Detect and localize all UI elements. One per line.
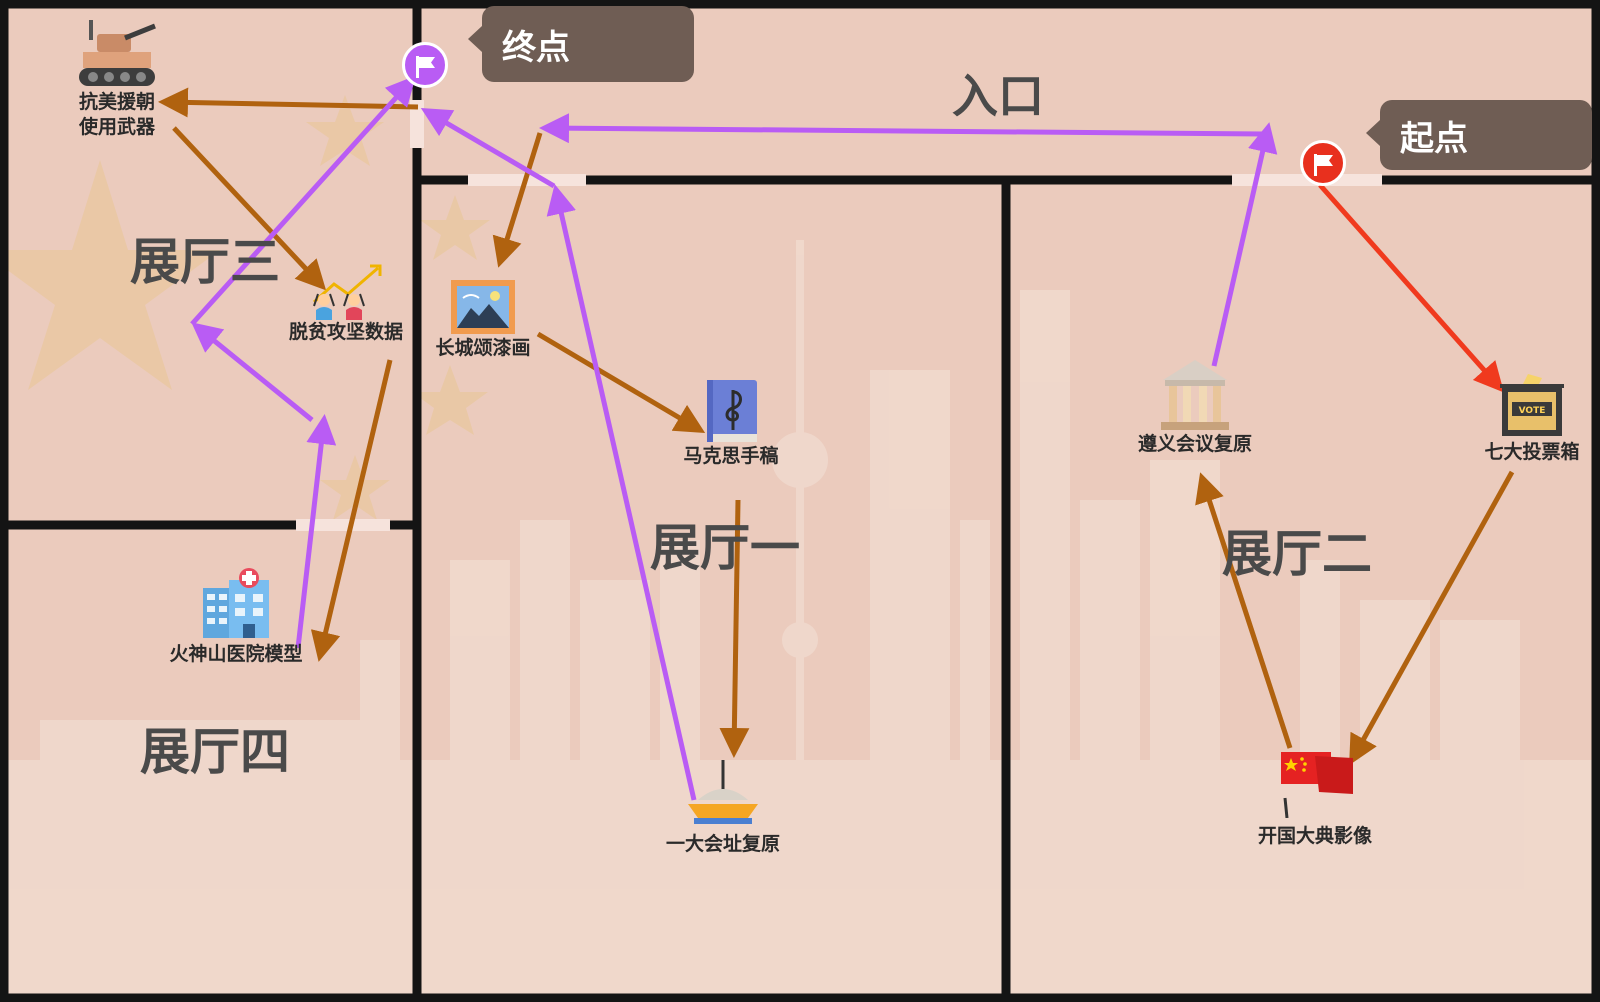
exhibit-label: 开国大典影像: [1257, 825, 1372, 847]
exhibit-label: 七大投票箱: [1484, 441, 1580, 463]
exhibit-label: 抗美援朝: [78, 91, 155, 113]
classical-building-icon: [1161, 360, 1229, 430]
painting-icon: [451, 280, 515, 334]
end-callout: 终点: [468, 6, 694, 82]
end-marker[interactable]: [402, 42, 448, 88]
exhibit-first-congress[interactable]: 一大会址复原: [648, 760, 798, 857]
flag-icon: [416, 56, 435, 78]
exhibit-label: 马克思手稿: [683, 445, 779, 467]
museum-floor-map: 入口 展厅一 展厅二 展厅三 展厅四 起点 终点 VOTE 七大投票箱 开国大典…: [0, 0, 1600, 1002]
exhibit-label: 使用武器: [78, 116, 155, 138]
exhibit-great-wall-painting[interactable]: 长城颂漆画: [428, 278, 538, 361]
end-label: 终点: [502, 27, 570, 68]
hospital-icon: [203, 568, 269, 638]
exhibit-korea-war-weapons[interactable]: 抗美援朝 使用武器: [62, 18, 172, 140]
ballot-box-icon: VOTE: [1500, 374, 1564, 436]
hall-label-2: 展厅二: [1222, 524, 1372, 583]
exhibit-zunyi[interactable]: 遵义会议复原: [1125, 358, 1265, 457]
hall-label-4: 展厅四: [140, 722, 290, 781]
exhibit-marx-manuscript[interactable]: 马克思手稿: [666, 378, 796, 469]
exhibit-huoshenshan-hospital[interactable]: 火神山医院模型: [156, 568, 316, 667]
exhibit-label: 脱贫攻坚数据: [288, 321, 403, 343]
exhibit-vote-box[interactable]: VOTE 七大投票箱: [1470, 374, 1594, 465]
hall-label-3: 展厅三: [130, 232, 280, 291]
start-callout: 起点: [1366, 100, 1592, 170]
floor-plan: [0, 0, 1600, 1002]
red-flag-icon: [1281, 752, 1353, 818]
entrance-label: 入口: [952, 69, 1044, 123]
tank-icon: [79, 20, 156, 86]
exhibit-founding-ceremony[interactable]: 开国大典影像: [1240, 748, 1390, 849]
svg-text:VOTE: VOTE: [1519, 406, 1546, 416]
start-label: 起点: [1400, 118, 1468, 159]
exhibit-label: 火神山医院模型: [169, 643, 303, 665]
flag-icon: [1314, 154, 1333, 176]
exhibit-label: 遵义会议复原: [1137, 433, 1252, 455]
hall-label-1: 展厅一: [650, 518, 800, 577]
exhibit-label: 一大会址复原: [665, 833, 780, 855]
start-marker[interactable]: [1300, 140, 1346, 186]
growth-chart-icon: [312, 264, 382, 320]
exhibit-poverty-data[interactable]: 脱贫攻坚数据: [276, 262, 416, 345]
music-book-icon: [707, 380, 757, 442]
exhibit-label: 长城颂漆画: [435, 337, 531, 359]
boat-icon: [688, 760, 758, 824]
